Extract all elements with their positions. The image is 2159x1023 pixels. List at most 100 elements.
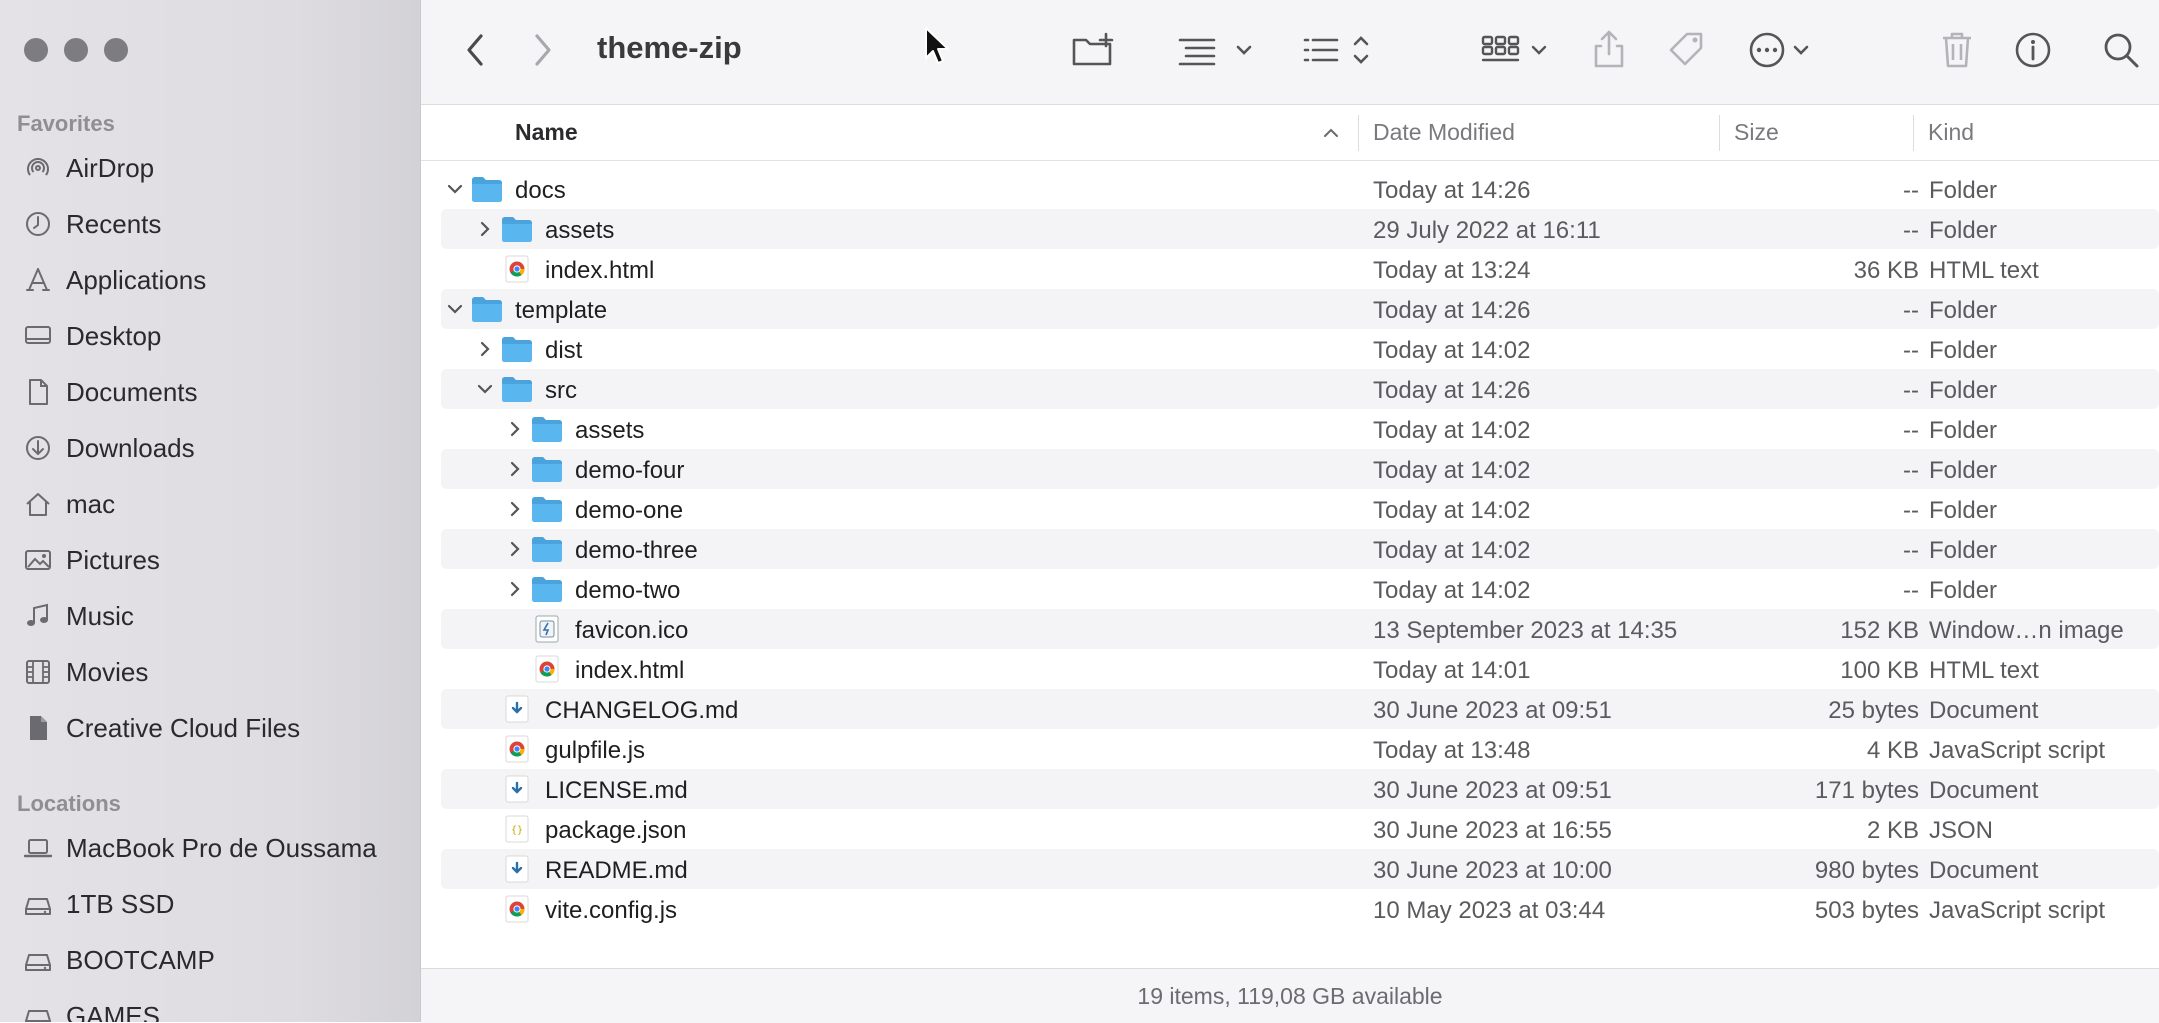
sidebar-item-bootcamp[interactable]: BOOTCAMP — [20, 935, 410, 985]
folder-icon — [531, 535, 563, 563]
file-kind: Folder — [1929, 417, 1998, 444]
sidebar-item-mac[interactable]: mac — [20, 479, 410, 529]
file-row[interactable]: index.html Today at 13:24 36 KB HTML text — [441, 249, 2159, 289]
file-date-modified: 30 June 2023 at 09:51 — [1373, 777, 1612, 804]
file-date-modified: Today at 14:26 — [1373, 297, 1531, 324]
sidebar-item-creative-cloud-files[interactable]: Creative Cloud Files — [20, 703, 410, 753]
drive-icon — [20, 998, 56, 1022]
file-name: assets — [575, 417, 645, 444]
disclosure-closed-icon[interactable] — [505, 539, 525, 559]
file-row[interactable]: favicon.ico 13 September 2023 at 14:35 152… — [441, 609, 2159, 649]
view-options-button[interactable] — [1479, 28, 1563, 72]
sidebar-item-label: BOOTCAMP — [66, 944, 215, 975]
sidebar-item-1tb-ssd[interactable]: 1TB SSD — [20, 879, 410, 929]
close-window-button[interactable] — [24, 38, 48, 62]
html-file-icon — [501, 735, 533, 763]
file-row[interactable]: assets Today at 14:02 -- Folder — [441, 409, 2159, 449]
tags-button[interactable] — [1665, 28, 1709, 72]
file-row[interactable]: gulpfile.js Today at 13:48 4 KB JavaScript … — [441, 729, 2159, 769]
folder-icon — [531, 495, 563, 523]
file-name: template — [515, 297, 608, 324]
file-name: assets — [545, 217, 615, 244]
disclosure-open-icon[interactable] — [475, 379, 495, 399]
file-kind: Folder — [1929, 537, 1998, 564]
file-row[interactable]: index.html Today at 14:01 100 KB HTML text — [441, 649, 2159, 689]
file-row[interactable]: LICENSE.md 30 June 2023 at 09:51 171 bytes… — [441, 769, 2159, 809]
sidebar-item-pictures[interactable]: Pictures — [20, 535, 410, 585]
folder-icon — [531, 415, 563, 443]
file-name: demo-three — [575, 537, 698, 564]
file-row[interactable]: {} package.json 30 June 2023 at 16:55 2 KB J… — [441, 809, 2159, 849]
svg-text:{}: {} — [511, 825, 523, 836]
sidebar-item-label: 1TB SSD — [66, 888, 175, 919]
date-column-header[interactable]: Date Modified — [1373, 119, 1515, 146]
sidebar-item-desktop[interactable]: Desktop — [20, 311, 410, 361]
zoom-window-button[interactable] — [104, 38, 128, 62]
sidebar-item-recents[interactable]: Recents — [20, 199, 410, 249]
name-column-header[interactable]: Name — [515, 119, 578, 146]
disclosure-closed-icon[interactable] — [505, 499, 525, 519]
forward-button[interactable] — [527, 28, 557, 72]
sidebar-item-documents[interactable]: Documents — [20, 367, 410, 417]
share-button[interactable] — [1589, 28, 1629, 72]
disclosure-closed-icon[interactable] — [475, 339, 495, 359]
minimize-window-button[interactable] — [64, 38, 88, 62]
trash-button[interactable] — [1937, 28, 1977, 72]
file-row[interactable]: docs Today at 14:26 -- Folder — [441, 169, 2159, 209]
more-actions-button[interactable] — [1747, 28, 1823, 72]
get-info-button[interactable] — [2011, 28, 2055, 72]
sidebar-item-applications[interactable]: Applications — [20, 255, 410, 305]
file-size: 171 bytes — [1814, 777, 1919, 804]
file-size: -- — [1903, 217, 1919, 244]
file-date-modified: Today at 14:02 — [1373, 577, 1531, 604]
disclosure-closed-icon[interactable] — [505, 579, 525, 599]
file-row[interactable]: CHANGELOG.md 30 June 2023 at 09:51 25 byte… — [441, 689, 2159, 729]
column-separator[interactable] — [1719, 115, 1720, 151]
search-button[interactable] — [2099, 28, 2143, 72]
file-size: 25 bytes — [1828, 697, 1919, 724]
new-folder-button[interactable] — [1070, 28, 1118, 72]
toolbar: theme-zip — [421, 0, 2159, 105]
column-separator[interactable] — [1913, 115, 1914, 151]
group-by-button[interactable] — [1176, 28, 1256, 72]
html-file-icon — [501, 255, 533, 283]
file-row[interactable]: demo-three Today at 14:02 -- Folder — [441, 529, 2159, 569]
file-row[interactable]: README.md 30 June 2023 at 10:00 980 bytes D… — [441, 849, 2159, 889]
sidebar-item-macbook-pro-de-oussama[interactable]: MacBook Pro de Oussama — [20, 823, 410, 873]
disclosure-closed-icon[interactable] — [475, 219, 495, 239]
status-bar: 19 items, 119,08 GB available — [421, 968, 2159, 1023]
file-size: 152 KB — [1840, 617, 1919, 644]
back-button[interactable] — [461, 28, 491, 72]
size-column-header[interactable]: Size — [1734, 119, 1779, 146]
sidebar-item-movies[interactable]: Movies — [20, 647, 410, 697]
disclosure-closed-icon[interactable] — [505, 419, 525, 439]
file-row[interactable]: assets 29 July 2022 at 16:11 -- Folder — [441, 209, 2159, 249]
file-kind: Folder — [1929, 577, 1998, 604]
sidebar-item-music[interactable]: Music — [20, 591, 410, 641]
disclosure-open-icon[interactable] — [445, 179, 465, 199]
disclosure-closed-icon[interactable] — [505, 459, 525, 479]
sort-button[interactable] — [1301, 28, 1381, 72]
file-kind: Document — [1929, 697, 2039, 724]
sidebar-item-downloads[interactable]: Downloads — [20, 423, 410, 473]
sidebar-item-games[interactable]: GAMES — [20, 991, 410, 1022]
column-separator[interactable] — [1358, 115, 1359, 151]
file-row[interactable]: demo-four Today at 14:02 -- Folder — [441, 449, 2159, 489]
image-file-icon — [531, 615, 563, 643]
file-row[interactable]: demo-two Today at 14:02 -- Folder — [441, 569, 2159, 609]
kind-column-header[interactable]: Kind — [1928, 119, 1974, 146]
sidebar-item-label: Recents — [66, 208, 162, 239]
applications-icon — [20, 262, 56, 298]
sidebar-item-airdrop[interactable]: AirDrop — [20, 143, 410, 193]
file-kind: Folder — [1929, 217, 1998, 244]
file-row[interactable]: demo-one Today at 14:02 -- Folder — [441, 489, 2159, 529]
music-note-icon — [20, 598, 56, 634]
disclosure-open-icon[interactable] — [445, 299, 465, 319]
drive-icon — [20, 886, 56, 922]
file-row[interactable]: vite.config.js 10 May 2023 at 03:44 503 by… — [441, 889, 2159, 929]
file-row[interactable]: src Today at 14:26 -- Folder — [441, 369, 2159, 409]
file-size: 100 KB — [1840, 657, 1919, 684]
file-row[interactable]: template Today at 14:26 -- Folder — [441, 289, 2159, 329]
file-row[interactable]: dist Today at 14:02 -- Folder — [441, 329, 2159, 369]
folder-icon — [471, 175, 503, 203]
